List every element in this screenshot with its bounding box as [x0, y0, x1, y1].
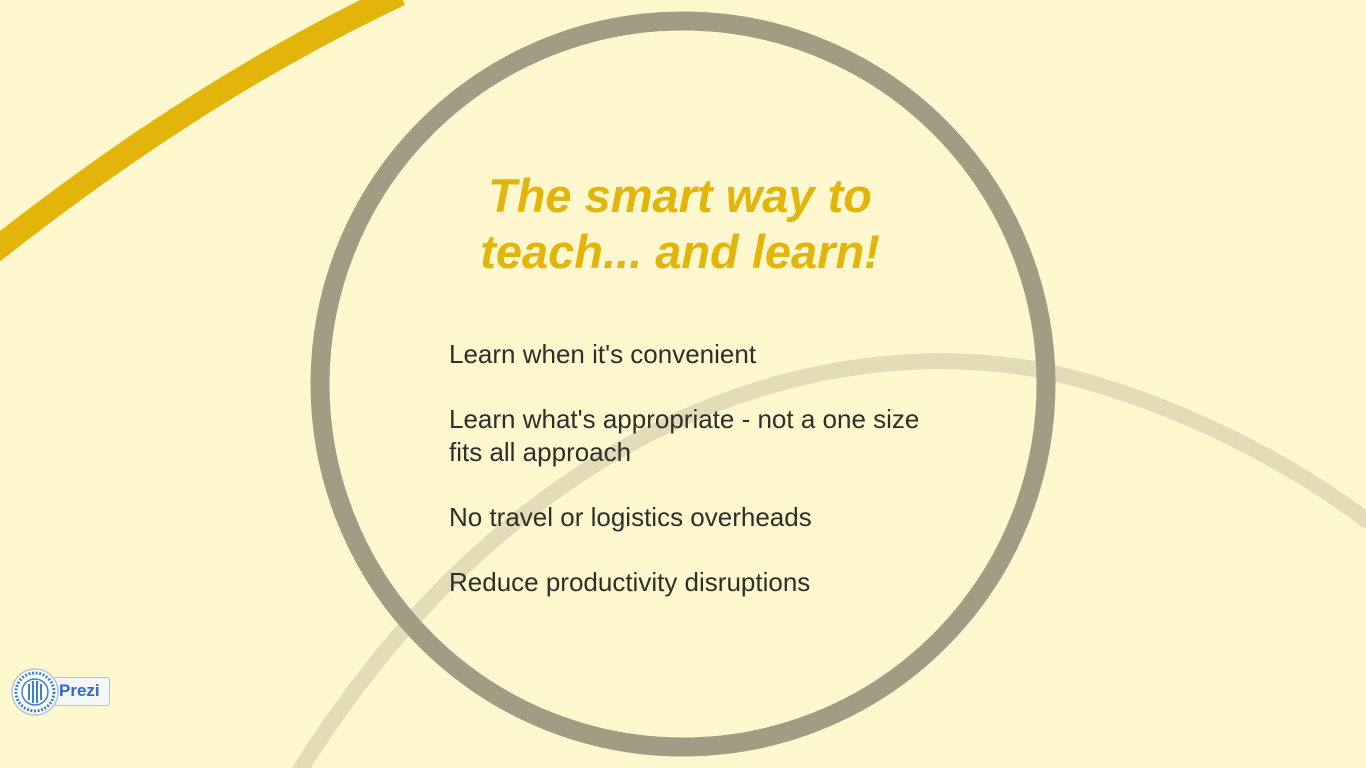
prezi-slide: The smart way to teach... and learn! Lea… — [0, 0, 1366, 768]
bullet-item-convenient: Learn when it's convenient — [449, 339, 757, 369]
accent-arc — [0, 0, 406, 262]
bullet-item-productivity: Reduce productivity disruptions — [449, 567, 811, 597]
slide-title-line-2: teach... and learn! — [480, 225, 880, 278]
slide-title-line-1: The smart way to — [488, 169, 872, 222]
prezi-label: Prezi — [59, 681, 100, 700]
bullet-item-travel: No travel or logistics overheads — [449, 502, 812, 532]
slide-title: The smart way to teach... and learn! — [400, 168, 960, 280]
bullet-list: Learn when it's convenient Learn what's … — [449, 338, 929, 631]
bullet-item-appropriate: Learn what's appropriate - not a one siz… — [449, 404, 920, 467]
prezi-badge-button[interactable]: Prezi — [10, 667, 110, 717]
prezi-logo-icon — [11, 668, 59, 716]
